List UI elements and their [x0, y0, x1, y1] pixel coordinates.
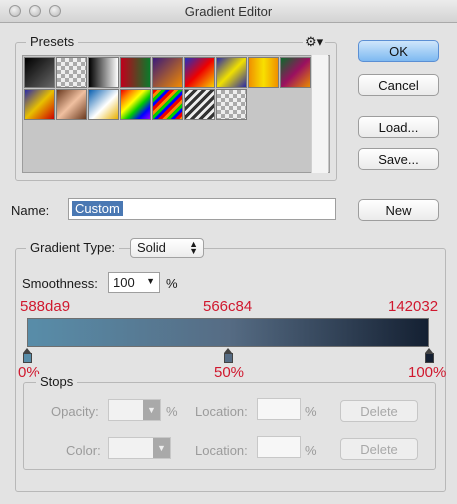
load-button[interactable]: Load...: [358, 116, 439, 138]
stop-color-label-left: 588da9: [20, 298, 71, 315]
color-stop-left[interactable]: [22, 348, 32, 364]
presets-label: Presets: [26, 34, 79, 49]
chevron-down-icon: ▼: [146, 276, 155, 286]
name-value: Custom: [72, 201, 123, 216]
delete-opacity-stop-button[interactable]: Delete: [340, 400, 418, 422]
save-button[interactable]: Save...: [358, 148, 439, 170]
preset-swatch[interactable]: [216, 89, 247, 120]
opacity-field[interactable]: ▼: [108, 399, 161, 421]
opacity-location-unit: %: [305, 404, 317, 419]
name-field[interactable]: Custom: [68, 198, 336, 220]
preset-swatch[interactable]: [280, 57, 311, 88]
delete-color-stop-button[interactable]: Delete: [340, 438, 418, 460]
preset-swatch[interactable]: [24, 57, 55, 88]
preset-swatch[interactable]: [120, 57, 151, 88]
gradient-type-label: Gradient Type:: [26, 240, 120, 255]
smoothness-combo[interactable]: 100 ▼: [108, 272, 160, 293]
cancel-button[interactable]: Cancel: [358, 74, 439, 96]
chevron-down-icon: ▼: [143, 400, 160, 420]
window-title: Gradient Editor: [184, 4, 273, 19]
preset-swatch[interactable]: [184, 89, 215, 120]
color-stop-right[interactable]: [424, 348, 434, 364]
stop-color-field[interactable]: ▼: [108, 437, 171, 459]
stops-label: Stops: [36, 374, 78, 389]
preset-swatch[interactable]: [184, 57, 215, 88]
smoothness-value: 100: [113, 275, 135, 290]
gear-icon[interactable]: ⚙▾: [303, 34, 326, 50]
preset-swatch[interactable]: [56, 89, 87, 120]
stop-percent-right: 100%: [408, 364, 447, 381]
preset-swatch[interactable]: [248, 57, 279, 88]
opacity-unit: %: [166, 404, 178, 419]
presets-list: [22, 55, 330, 173]
presets-scrollbar[interactable]: [311, 55, 328, 173]
opacity-location-field[interactable]: [257, 398, 301, 420]
gradient-editor-window: Gradient Editor Presets ⚙▾ OK Cancel Loa…: [0, 0, 457, 504]
preset-swatch[interactable]: [88, 57, 119, 88]
preset-swatch[interactable]: [56, 57, 87, 88]
preset-swatch[interactable]: [120, 89, 151, 120]
gradient-type-value: Solid: [137, 240, 166, 255]
gradient-type-select[interactable]: Solid ▲ ▼: [130, 238, 204, 258]
color-label: Color:: [66, 443, 101, 458]
updown-arrows-icon: ▲ ▼: [189, 239, 198, 256]
opacity-label: Opacity:: [51, 404, 99, 419]
color-location-unit: %: [305, 443, 317, 458]
color-location-label: Location:: [195, 443, 248, 458]
title-bar: Gradient Editor: [0, 0, 457, 23]
stop-percent-mid: 50%: [214, 364, 245, 381]
color-stop-mid[interactable]: [223, 348, 233, 364]
chevron-down-icon: ▼: [153, 438, 170, 458]
color-location-field[interactable]: [257, 436, 301, 458]
stop-color-label-mid: 566c84: [203, 298, 253, 315]
ok-button[interactable]: OK: [358, 40, 439, 62]
preset-swatch[interactable]: [24, 89, 55, 120]
preset-swatch[interactable]: [88, 89, 119, 120]
stop-color-label-right: 142032: [388, 298, 439, 315]
preset-swatch[interactable]: [152, 89, 183, 120]
gradient-preview-bar[interactable]: [27, 318, 429, 347]
preset-swatch[interactable]: [152, 57, 183, 88]
smoothness-unit: %: [166, 276, 178, 291]
name-label: Name:: [11, 203, 50, 218]
new-button[interactable]: New: [358, 199, 439, 221]
smoothness-label: Smoothness:: [22, 276, 98, 291]
preset-swatch[interactable]: [216, 57, 247, 88]
opacity-location-label: Location:: [195, 404, 248, 419]
